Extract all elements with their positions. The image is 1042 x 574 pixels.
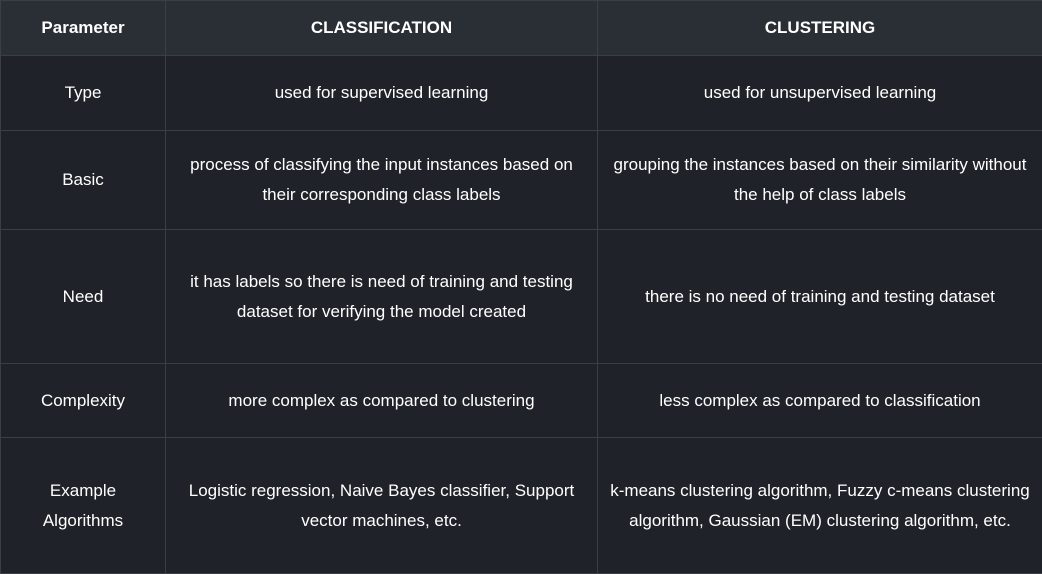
clustering-cell: there is no need of training and testing…	[598, 230, 1042, 364]
clustering-cell: used for unsupervised learning	[598, 56, 1042, 131]
clustering-cell: k-means clustering algorithm, Fuzzy c-me…	[598, 438, 1042, 574]
classification-cell: more complex as compared to clustering	[166, 364, 598, 438]
classification-cell: used for supervised learning	[166, 56, 598, 131]
header-parameter: Parameter	[1, 1, 166, 56]
parameter-cell: Type	[1, 56, 166, 131]
classification-cell: Logistic regression, Naive Bayes classif…	[166, 438, 598, 574]
table-row: Basic process of classifying the input i…	[1, 131, 1042, 230]
table-row: Example Algorithms Logistic regression, …	[1, 438, 1042, 574]
table-row: Type used for supervised learning used f…	[1, 56, 1042, 131]
header-classification: CLASSIFICATION	[166, 1, 598, 56]
classification-cell: it has labels so there is need of traini…	[166, 230, 598, 364]
header-row: Parameter CLASSIFICATION CLUSTERING	[1, 1, 1042, 56]
parameter-cell: Complexity	[1, 364, 166, 438]
parameter-cell: Basic	[1, 131, 166, 230]
header-clustering: CLUSTERING	[598, 1, 1042, 56]
table-header: Parameter CLASSIFICATION CLUSTERING	[1, 1, 1042, 56]
table-row: Need it has labels so there is need of t…	[1, 230, 1042, 364]
clustering-cell: less complex as compared to classificati…	[598, 364, 1042, 438]
parameter-cell: Need	[1, 230, 166, 364]
table-row: Complexity more complex as compared to c…	[1, 364, 1042, 438]
comparison-table: Parameter CLASSIFICATION CLUSTERING Type…	[0, 0, 1042, 574]
classification-cell: process of classifying the input instanc…	[166, 131, 598, 230]
clustering-cell: grouping the instances based on their si…	[598, 131, 1042, 230]
table-body: Type used for supervised learning used f…	[1, 56, 1042, 574]
parameter-cell: Example Algorithms	[1, 438, 166, 574]
